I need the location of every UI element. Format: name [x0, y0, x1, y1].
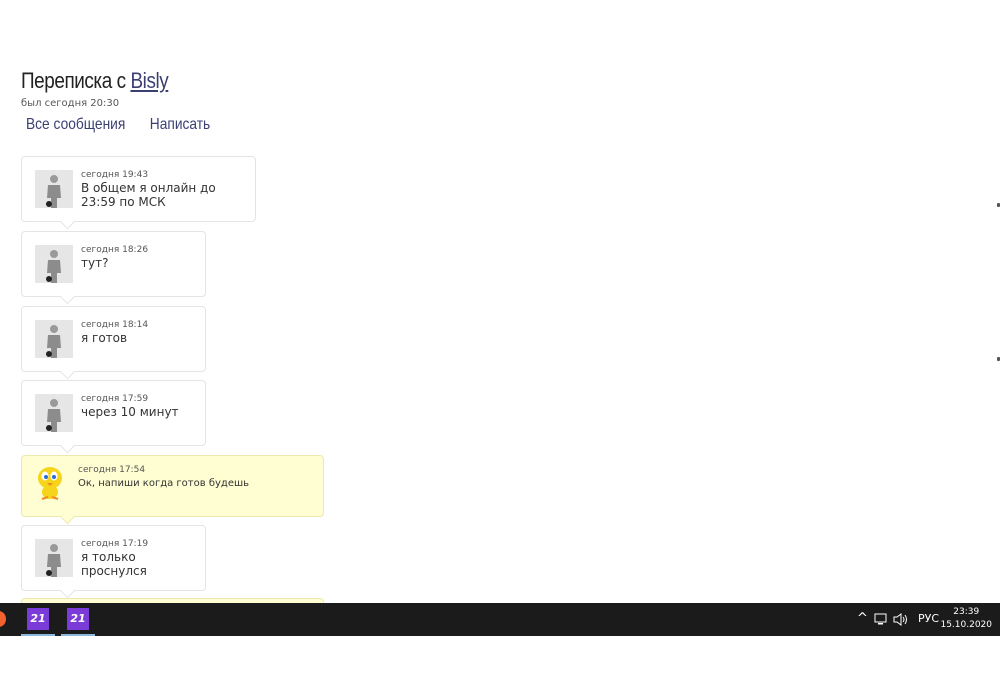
network-icon[interactable] [874, 613, 888, 629]
messages-page: Переписка с Bisly был сегодня 20:30 Все … [0, 0, 1000, 603]
page-title: Переписка с Bisly [21, 68, 169, 94]
silhouette-avatar[interactable] [35, 320, 73, 358]
message-time: сегодня 17:19 [81, 539, 149, 549]
message-item: сегодня 17:19 я только проснулся [21, 525, 206, 591]
clock-time: 23:39 [953, 607, 980, 617]
user-link[interactable]: Bisly [130, 68, 168, 93]
clock-date: 15.10.2020 [940, 620, 992, 630]
app-21-icon[interactable]: 21 [27, 608, 49, 630]
conversation-nav: Все сообщения Написать [26, 116, 231, 134]
silhouette-avatar[interactable] [35, 394, 73, 432]
message-time: сегодня 18:26 [81, 245, 149, 255]
message-text: я готов [81, 331, 128, 345]
message-item: сегодня 19:43 В общем я онлайн до 23:59 … [21, 156, 256, 222]
below-taskbar-area [0, 636, 1000, 700]
own-message-item: сегодня 17:54 Ок, напиши когда готов буд… [21, 455, 324, 517]
language-indicator[interactable]: РУС [918, 612, 939, 625]
message-time: сегодня 19:43 [81, 170, 149, 180]
all-messages-link[interactable]: Все сообщения [26, 116, 125, 133]
write-link[interactable]: Написать [150, 116, 210, 133]
message-time: сегодня 17:59 [81, 394, 149, 404]
message-time: сегодня 17:54 [78, 465, 146, 475]
message-item: сегодня 17:59 через 10 минут [21, 380, 206, 446]
title-prefix: Переписка с [21, 68, 126, 93]
silhouette-avatar[interactable] [35, 170, 73, 208]
last-seen-status: был сегодня 20:30 [21, 98, 120, 109]
volume-icon[interactable] [893, 613, 909, 629]
bird-avatar[interactable] [31, 464, 69, 502]
app-21-icon[interactable]: 21 [67, 608, 89, 630]
message-text: В общем я онлайн до 23:59 по МСК [81, 181, 216, 209]
message-text: тут? [81, 256, 109, 270]
message-time: сегодня 18:14 [81, 320, 149, 330]
message-text: Ок, напиши когда готов будешь [78, 478, 250, 489]
message-item: сегодня 18:14 я готов [21, 306, 206, 372]
silhouette-avatar[interactable] [35, 245, 73, 283]
silhouette-avatar[interactable] [35, 539, 73, 577]
system-clock[interactable]: 23:39 15.10.2020 [940, 606, 992, 632]
message-item: сегодня 18:26 тут? [21, 231, 206, 297]
message-text: через 10 минут [81, 405, 179, 419]
taskbar: 21 21 ^ РУС 23:39 15.10.2020 [0, 603, 1000, 636]
browser-icon[interactable] [0, 611, 6, 627]
message-text: я только проснулся [81, 550, 147, 578]
tray-chevron-icon[interactable]: ^ [857, 611, 868, 626]
